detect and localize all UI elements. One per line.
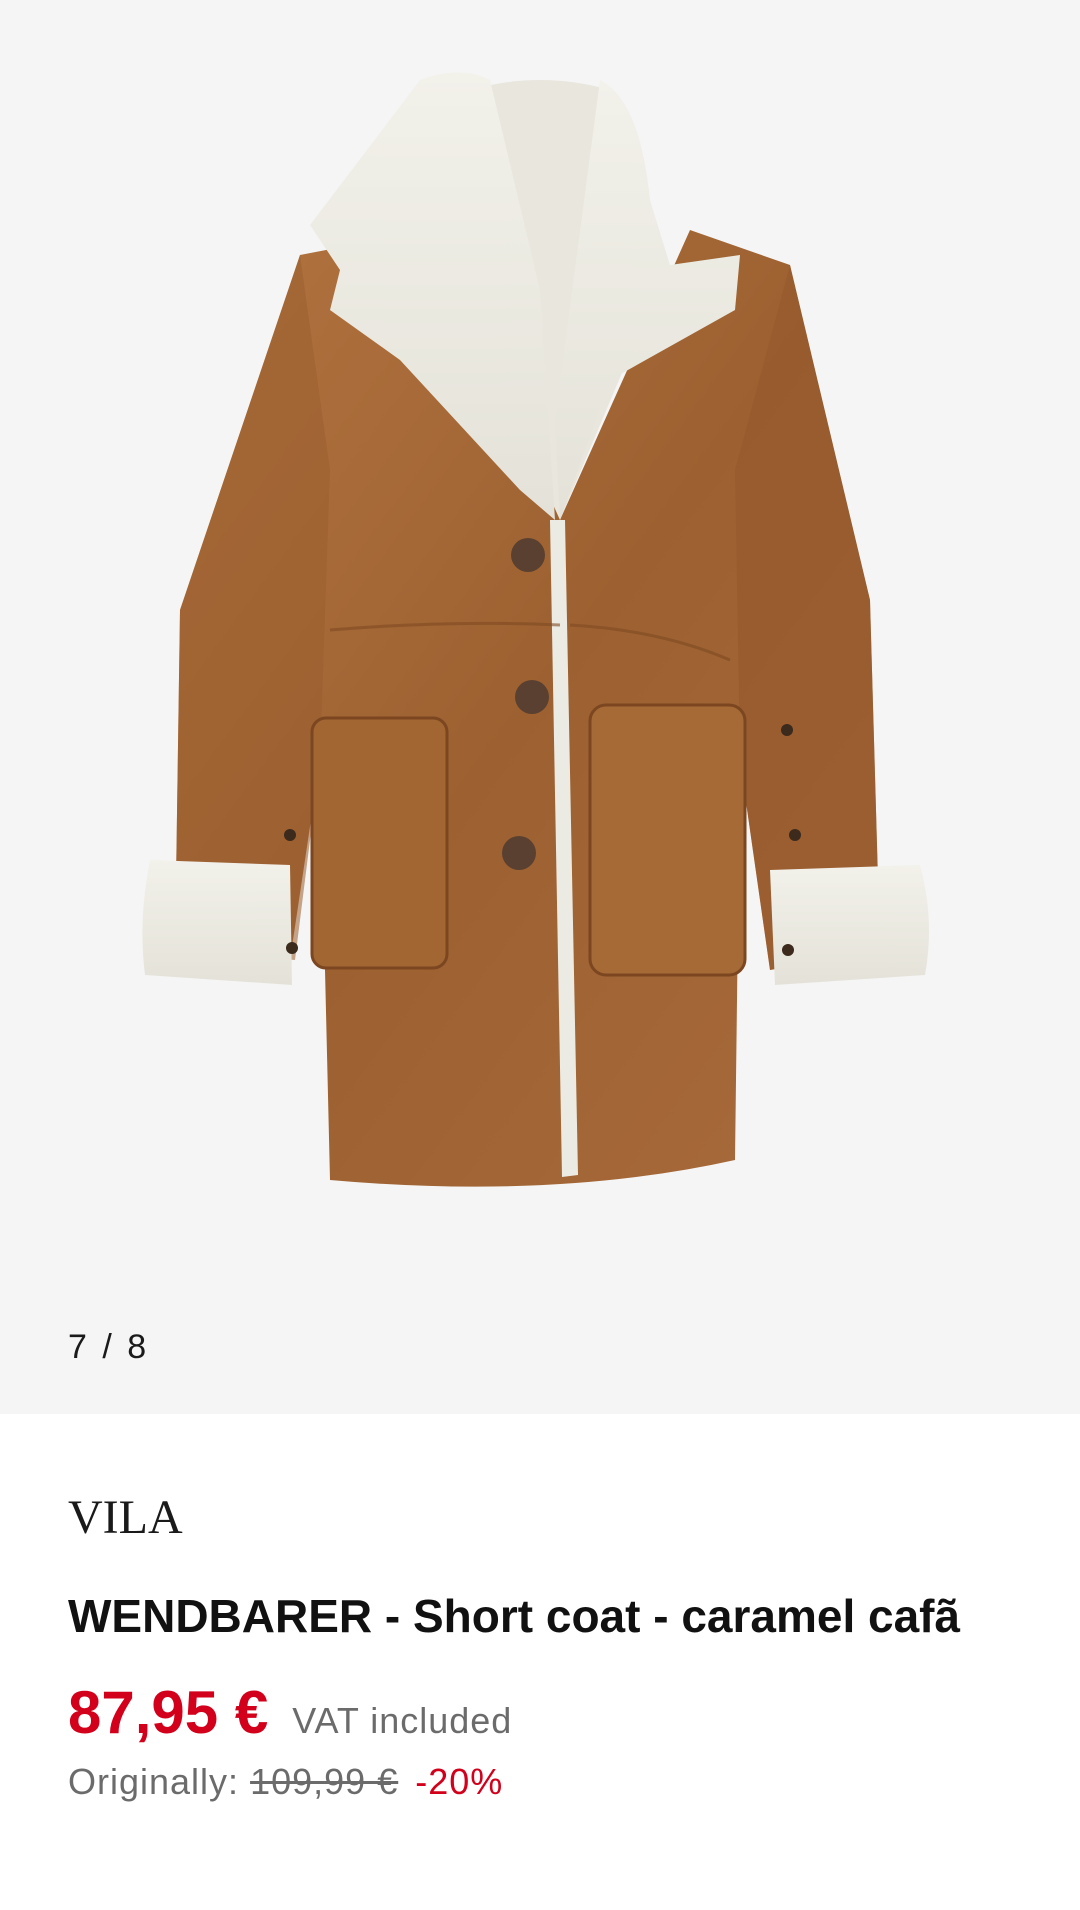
product-info: VILA WENDBARER - Short coat - caramel ca… [0,1494,1080,1803]
price-row: 87,95 € VAT included [68,1678,1012,1747]
product-title: WENDBARER - Short coat - caramel cafã [68,1590,961,1642]
vat-note: VAT included [292,1700,513,1741]
original-price-row: Originally: 109,99 € -20% [68,1761,1012,1803]
current-price: 87,95 € [68,1679,269,1746]
brand-name[interactable]: VILA [68,1494,1012,1542]
discount-badge: -20% [415,1761,504,1802]
image-counter: 7 / 8 [68,1328,150,1366]
product-image-gallery[interactable]: 7 / 8 [0,0,1080,1414]
original-price: 109,99 € [250,1761,399,1802]
product-image[interactable] [0,0,1080,1414]
original-label: Originally: [68,1761,240,1802]
